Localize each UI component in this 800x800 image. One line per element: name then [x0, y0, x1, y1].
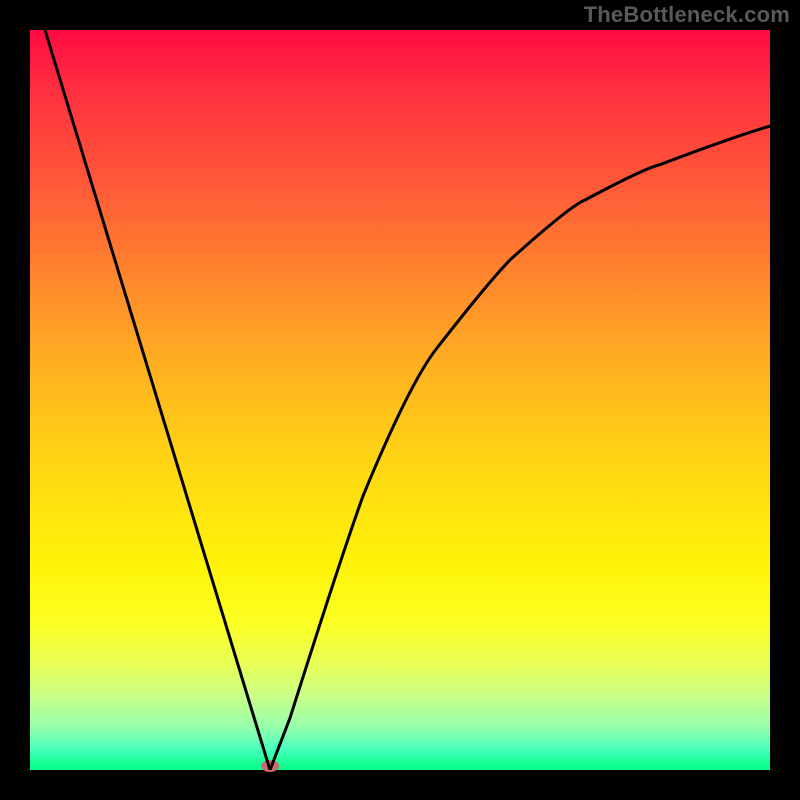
chart-frame: TheBottleneck.com	[0, 0, 800, 800]
plot-area	[30, 30, 770, 770]
bottleneck-curve	[30, 30, 770, 770]
watermark-text: TheBottleneck.com	[584, 2, 790, 28]
curve-path	[45, 30, 770, 770]
